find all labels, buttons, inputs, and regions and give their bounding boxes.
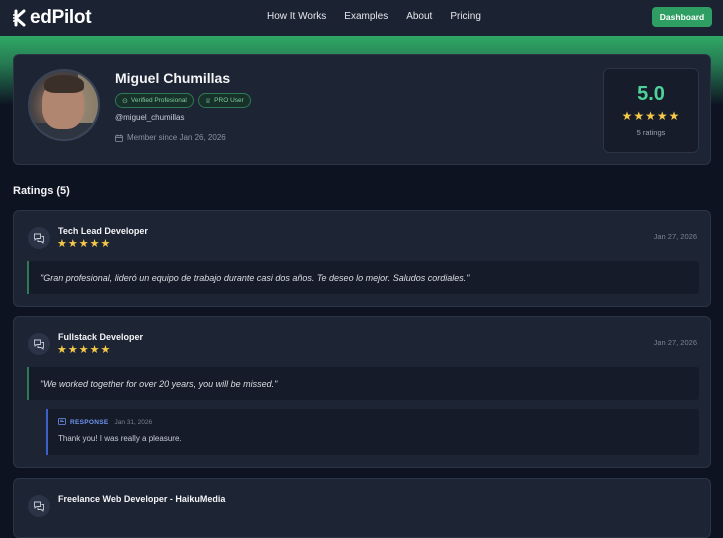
response-header: RESPONSE Jan 31, 2026 <box>58 418 152 426</box>
chat-icon <box>28 227 50 249</box>
review-date: Jan 27, 2026 <box>653 338 697 347</box>
verified-badge: ⊙ Verified Profesional <box>115 93 194 108</box>
review-title: Tech Lead Developer <box>58 226 148 236</box>
review-response: RESPONSE Jan 31, 2026 Thank you! I was r… <box>46 409 699 455</box>
average-stars: ★★★★★ <box>621 109 681 123</box>
nav-link-how-it-works[interactable]: How It Works <box>267 11 326 22</box>
pro-badge: ♕ PRO User <box>197 93 251 108</box>
verified-badge-label: Verified Profesional <box>130 97 187 104</box>
review-date: Jan 27, 2026 <box>653 232 697 241</box>
dashboard-button[interactable]: Dashboard <box>652 7 712 27</box>
profile-handle: @miguel_chumillas <box>115 113 185 122</box>
member-since-text: Member since Jan 26, 2026 <box>127 133 226 142</box>
review-quote: "Gran profesional, lideró un equipo de t… <box>27 261 699 294</box>
profile-name: Miguel Chumillas <box>115 70 231 86</box>
review-stars: ★★★★★ <box>57 344 112 356</box>
crown-icon: ♕ <box>204 97 212 105</box>
check-circle-icon: ⊙ <box>122 97 128 105</box>
rating-count: 5 ratings <box>636 128 666 137</box>
ratings-heading: Ratings (5) <box>13 185 70 197</box>
profile-card: Miguel Chumillas ⊙ Verified Profesional … <box>13 54 711 165</box>
logo[interactable]: edPilot <box>13 7 92 29</box>
review-card: Fullstack Developer ★★★★★ Jan 27, 2026 "… <box>13 316 711 468</box>
rating-summary: 5.0 ★★★★★ 5 ratings <box>603 68 699 153</box>
nav-links: How It Works Examples About Pricing <box>267 11 499 22</box>
calendar-icon <box>115 134 123 142</box>
review-title: Freelance Web Developer - HaikuMedia <box>58 494 226 504</box>
pro-badge-label: PRO User <box>214 97 244 104</box>
review-card: Tech Lead Developer ★★★★★ Jan 27, 2026 "… <box>13 210 711 307</box>
response-date: Jan 31, 2026 <box>114 418 153 426</box>
chat-icon <box>28 495 50 517</box>
chat-icon <box>28 333 50 355</box>
top-navigation: edPilot How It Works Examples About Pric… <box>0 0 723 36</box>
nav-link-about[interactable]: About <box>406 11 432 22</box>
nav-link-examples[interactable]: Examples <box>344 11 388 22</box>
logo-text: edPilot <box>30 7 92 28</box>
member-since: Member since Jan 26, 2026 <box>115 133 226 142</box>
reply-icon <box>58 418 66 425</box>
nav-link-pricing[interactable]: Pricing <box>450 11 481 22</box>
average-score: 5.0 <box>637 83 665 105</box>
review-quote: "We worked together for over 20 years, y… <box>27 367 699 400</box>
review-title: Fullstack Developer <box>58 332 144 342</box>
avatar <box>28 69 100 141</box>
response-label: RESPONSE <box>70 418 109 426</box>
review-stars: ★★★★★ <box>57 238 112 250</box>
logo-mark-icon <box>13 9 26 27</box>
review-card: Freelance Web Developer - HaikuMedia <box>13 478 711 538</box>
profile-badges: ⊙ Verified Profesional ♕ PRO User <box>115 93 251 108</box>
response-text: Thank you! I was really a pleasure. <box>58 434 182 443</box>
